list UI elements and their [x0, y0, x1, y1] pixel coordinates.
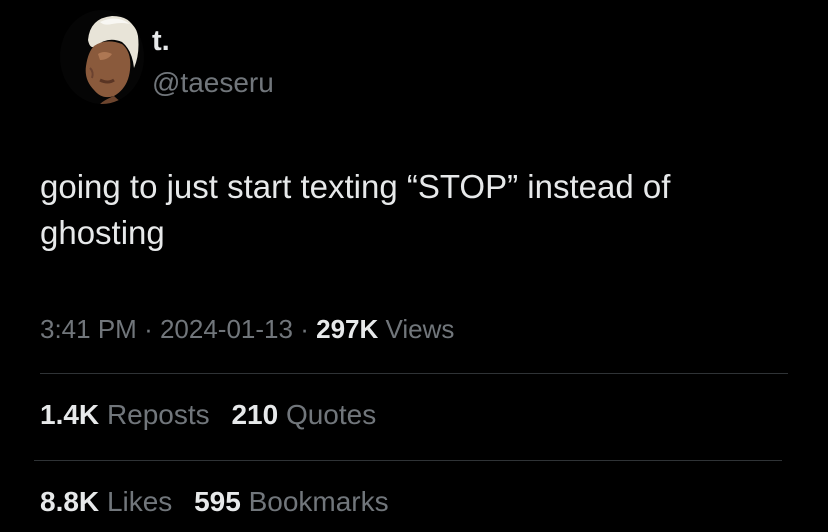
tweet-meta: 3:41 PM · 2024-01-13 · 297K Views: [40, 312, 454, 346]
quotes-stat[interactable]: 210 Quotes: [231, 398, 376, 432]
engagement-row-reposts-quotes: 1.4K Reposts 210 Quotes: [40, 398, 390, 432]
avatar-image: [60, 10, 144, 104]
quotes-count: 210: [231, 399, 279, 430]
author-display-name[interactable]: t.: [152, 24, 170, 58]
likes-label: Likes: [106, 486, 173, 517]
avatar[interactable]: [60, 10, 144, 104]
engagement-row-likes-bookmarks: 8.8K Likes 595 Bookmarks: [40, 485, 403, 519]
author-handle[interactable]: @taeseru: [152, 66, 274, 100]
quotes-label: Quotes: [285, 399, 377, 430]
likes-count: 8.8K: [40, 486, 100, 517]
tweet-date[interactable]: 2024-01-13: [160, 314, 293, 344]
reposts-count: 1.4K: [40, 399, 100, 430]
reposts-label: Reposts: [106, 399, 210, 430]
divider: [34, 460, 782, 461]
bookmarks-count: 595: [194, 486, 241, 517]
bookmarks-label: Bookmarks: [248, 486, 389, 517]
tweet-time[interactable]: 3:41 PM: [40, 314, 137, 344]
meta-separator: ·: [300, 314, 309, 344]
bookmarks-stat[interactable]: 595 Bookmarks: [194, 485, 389, 519]
likes-stat[interactable]: 8.8K Likes: [40, 485, 172, 519]
tweet-text: going to just start texting “STOP” inste…: [40, 168, 671, 251]
reposts-stat[interactable]: 1.4K Reposts: [40, 398, 210, 432]
views-count: 297K: [316, 314, 379, 344]
views-label: Views: [385, 314, 455, 344]
divider: [40, 373, 788, 374]
meta-separator: ·: [144, 314, 153, 344]
